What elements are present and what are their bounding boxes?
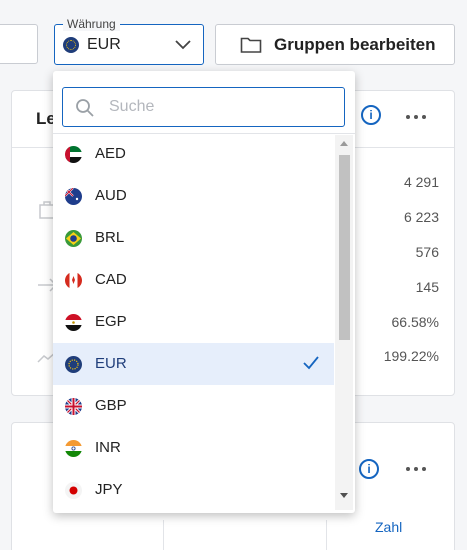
zahl-link[interactable]: Zahl	[375, 519, 402, 535]
currency-option-eur[interactable]: EUR	[53, 343, 334, 385]
currency-option-aud[interactable]: AUD	[53, 175, 334, 217]
au-flag-icon	[65, 188, 82, 205]
stat-value: 145	[415, 279, 439, 295]
currency-option-egp[interactable]: EGP	[53, 301, 334, 343]
edit-groups-label: Gruppen bearbeiten	[274, 34, 436, 54]
info-icon[interactable]: i	[359, 459, 379, 479]
currency-option-gbp[interactable]: GBP	[53, 385, 334, 427]
search-field[interactable]	[62, 87, 345, 127]
currency-code: INR	[95, 439, 121, 456]
currency-code: AED	[95, 145, 126, 162]
currency-code: BRL	[95, 229, 125, 246]
ca-flag-icon	[65, 272, 82, 289]
eu-flag-icon	[65, 356, 82, 373]
in-flag-icon	[65, 440, 82, 457]
more-options-icon[interactable]	[406, 467, 428, 473]
currency-select-value: EUR	[87, 36, 121, 53]
column-divider	[163, 520, 164, 550]
chevron-down-icon	[175, 40, 191, 50]
ae-flag-icon	[65, 146, 82, 163]
currency-option-jpy[interactable]: JPY	[53, 469, 334, 511]
currency-code: EGP	[95, 313, 127, 330]
page: Währung EUR Gruppen bearbeiten Le i 4 29…	[0, 0, 467, 550]
currency-option-inr[interactable]: INR	[53, 427, 334, 469]
edit-groups-button[interactable]: Gruppen bearbeiten	[215, 24, 455, 65]
currency-option-cad[interactable]: CAD	[53, 259, 334, 301]
scrollbar-thumb[interactable]	[339, 155, 350, 340]
currency-dropdown: AED AUD BRL CAD EGP EUR GBP INR	[53, 71, 355, 513]
currency-code: CAD	[95, 271, 127, 288]
folder-icon	[240, 37, 262, 53]
stat-value: 66.58%	[391, 314, 439, 330]
currency-option-brl[interactable]: BRL	[53, 217, 334, 259]
scroll-up-arrow-icon[interactable]	[340, 141, 348, 146]
stat-value: 6 223	[403, 209, 439, 225]
more-options-icon[interactable]	[406, 115, 428, 121]
currency-select[interactable]: Währung EUR	[54, 17, 204, 65]
search-icon	[76, 99, 94, 117]
search-input[interactable]	[109, 94, 329, 120]
currency-option-aed[interactable]: AED	[53, 133, 334, 175]
info-icon[interactable]: i	[361, 105, 381, 125]
scroll-down-arrow-icon[interactable]	[340, 493, 348, 498]
scrollbar[interactable]	[335, 135, 353, 510]
eg-flag-icon	[65, 314, 82, 331]
br-flag-icon	[65, 230, 82, 247]
gb-flag-icon	[65, 398, 82, 415]
stat-value: 4 291	[403, 174, 439, 190]
currency-code: EUR	[95, 355, 127, 372]
stat-value: 576	[415, 244, 439, 260]
currency-code: AUD	[95, 187, 127, 204]
jp-flag-icon	[65, 482, 82, 499]
partial-control[interactable]	[0, 24, 38, 64]
currency-select-label: Währung	[63, 17, 120, 31]
stat-value: 199.22%	[383, 348, 439, 364]
eu-flag-icon	[63, 37, 79, 53]
currency-code: GBP	[95, 397, 127, 414]
currency-code: JPY	[95, 481, 123, 498]
column-divider	[326, 520, 327, 550]
checkmark-icon	[303, 356, 319, 370]
